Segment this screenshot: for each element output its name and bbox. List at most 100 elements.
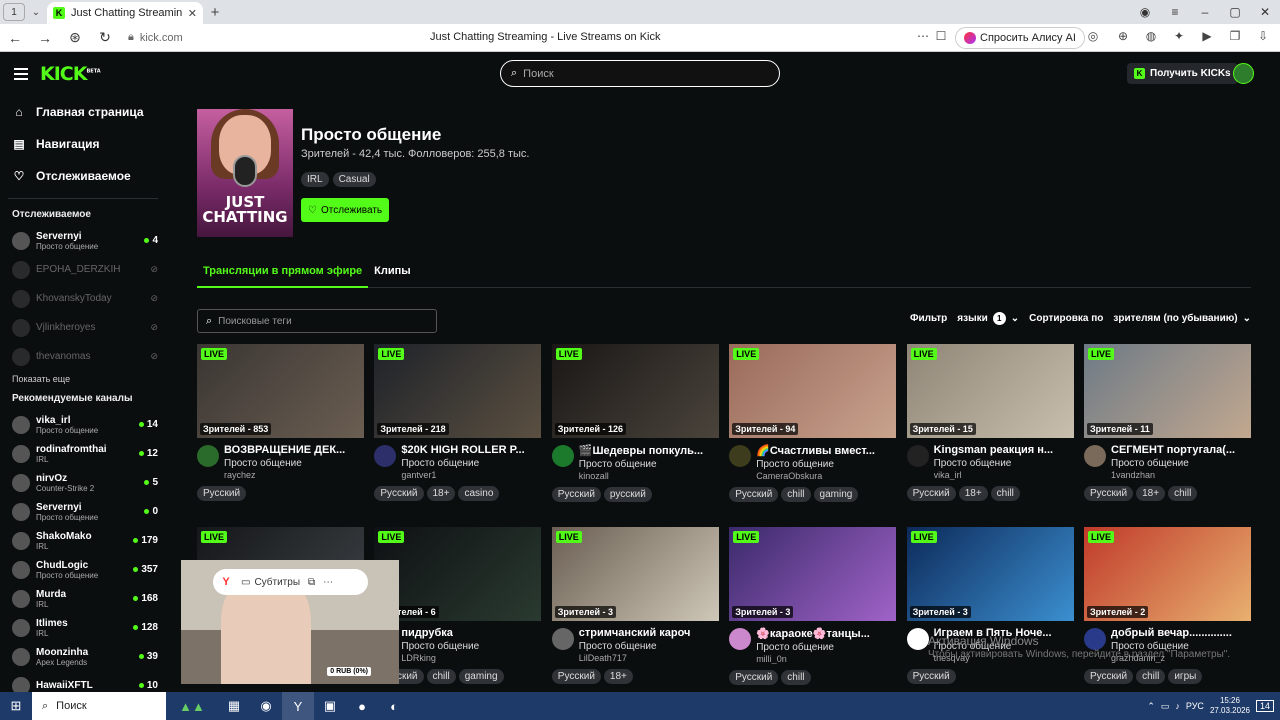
notifications-icon[interactable]: 14 (1255, 700, 1274, 712)
calculator-icon[interactable]: ▦ (218, 692, 250, 720)
channel-avatar[interactable] (906, 628, 929, 650)
channel-avatar[interactable] (197, 445, 219, 467)
sidebar-channel[interactable]: nirvOz Counter-Strike 2 5 (0, 468, 170, 497)
tag[interactable]: Русский (1084, 669, 1134, 684)
stream-card[interactable]: LIVE Зрителей - 94 🌈Счастливы вмест... Прос… (729, 344, 897, 502)
taskbar-search[interactable]: ⌕ Поиск (32, 692, 166, 720)
volume-icon[interactable]: ♪ (1175, 701, 1180, 711)
sidebar-channel[interactable]: ShakoMako IRL 179 (0, 526, 170, 555)
tab-clips[interactable]: Клипы (368, 260, 417, 288)
minimize-button[interactable]: – (1190, 5, 1220, 19)
new-tab-button[interactable]: + (203, 4, 227, 21)
bookmarks-icon[interactable]: ≡ (1160, 5, 1190, 19)
forward-icon[interactable]: → (30, 30, 60, 46)
tag[interactable]: Русский (906, 669, 956, 684)
more-icon[interactable]: ⋯ (915, 29, 931, 45)
tag[interactable]: chill (426, 669, 456, 684)
stream-thumbnail[interactable]: LIVE Зрителей - 3 (551, 527, 719, 621)
stream-thumbnail[interactable]: LIVE Зрителей - 3 (729, 527, 897, 621)
channel-name[interactable]: raychez (224, 470, 364, 480)
stream-category[interactable]: Просто общение (1111, 458, 1251, 469)
stream-thumbnail[interactable]: LIVE Зрителей - 6 (374, 527, 542, 621)
tray-chevron-icon[interactable]: ⌃ (1147, 701, 1155, 712)
channel-name[interactable]: gantver1 (401, 470, 541, 480)
maximize-button[interactable]: ▢ (1220, 5, 1250, 19)
sidebar-channel[interactable]: Itlimes IRL 128 (0, 613, 170, 642)
stream-category[interactable]: Просто общение (401, 458, 541, 469)
stream-card[interactable]: LIVE Зрителей - 853 ВОЗВРАЩЕНИЕ ДЕК... Прос… (197, 344, 364, 501)
sidebar-channel[interactable]: vika_irl Просто общение 14 (0, 410, 170, 439)
tab-count[interactable]: 1 (3, 3, 25, 21)
globe-icon[interactable]: ◍ (1143, 29, 1159, 45)
close-tab-icon[interactable]: ✕ (188, 7, 197, 20)
channel-avatar[interactable] (729, 445, 752, 467)
stream-card[interactable]: LIVE Зрителей - 126 🎬Шедевры попкуль... Про… (551, 344, 719, 502)
stream-card[interactable]: LIVE Зрителей - 11 СЕГМЕНТ португала(... Пр… (1084, 344, 1251, 501)
sidebar-item-following[interactable]: ♡ Отслеживаемое (12, 160, 158, 192)
pip-mode-icon[interactable]: ⧉ (308, 577, 315, 588)
channel-avatar[interactable] (906, 445, 929, 467)
stream-thumbnail[interactable]: LIVE Зрителей - 3 (906, 527, 1074, 621)
more-icon[interactable]: ⋯ (323, 577, 333, 588)
profile-icon[interactable]: ◉ (1130, 5, 1160, 19)
stream-title[interactable]: 🎬Шедевры попкуль... (579, 444, 719, 457)
sidebar-channel[interactable]: Moonzinha Apex Legends 39 (0, 642, 170, 671)
sidebar-channel[interactable]: KhovanskyToday ⊘ (0, 284, 170, 313)
yandex-icon[interactable]: Y (219, 575, 233, 589)
stream-category[interactable]: Просто общение (401, 641, 541, 652)
media-icon[interactable]: ▶ (1199, 29, 1215, 45)
tag[interactable]: chill (1136, 669, 1166, 684)
tag[interactable]: IRL (301, 172, 329, 187)
channel-name[interactable]: 1vandzhan (1111, 470, 1251, 480)
tag[interactable]: Русский (906, 486, 956, 501)
sidebar-item-browse[interactable]: ▤ Навигация (12, 128, 158, 160)
search-input[interactable] (523, 67, 764, 80)
sidebar-channel[interactable]: ChudLogic Просто общение 357 (0, 555, 170, 584)
tag[interactable]: gaming (813, 487, 859, 502)
channel-name[interactable]: vika_irl (934, 470, 1074, 480)
stream-card[interactable]: LIVE Зрителей - 2 добрый вечар............… (1084, 527, 1251, 684)
tag[interactable]: chill (781, 670, 811, 685)
forest-widget-icon[interactable]: ▲▲ (166, 692, 218, 720)
recording-app-icon[interactable]: ● (346, 692, 378, 720)
tag[interactable]: Русский (374, 486, 424, 501)
channel-name[interactable]: LilDeath717 (579, 653, 719, 663)
follow-button[interactable]: ♡ Отслеживать (301, 198, 390, 222)
reload-icon[interactable]: ↻ (90, 29, 120, 46)
stream-card[interactable]: LIVE Зрителей - 15 Kingsman реакция н... Пр… (906, 344, 1074, 501)
tag-search-input[interactable] (218, 315, 429, 327)
stream-category[interactable]: Просто общение (756, 642, 896, 653)
tag[interactable]: casino (458, 486, 500, 501)
menu-icon[interactable] (14, 68, 28, 83)
url-field[interactable]: 🔒︎ kick.com (128, 31, 398, 44)
stream-title[interactable]: добрый вечар.............. (1111, 627, 1251, 639)
back-icon[interactable]: ← (0, 30, 30, 46)
tag[interactable]: Casual (332, 172, 376, 187)
stream-title[interactable]: $20K HIGH ROLLER P... (401, 444, 541, 456)
browser-tab[interactable]: K Just Chatting Streaming ✕ (47, 2, 203, 24)
sidebar-channel[interactable]: HawaiiXFTL 10 (0, 671, 170, 692)
stream-card[interactable]: LIVE Зрителей - 6 пидрубка Просто общение LD… (374, 527, 542, 684)
collections-icon[interactable]: ❐ (1227, 29, 1243, 45)
channel-avatar[interactable] (1084, 628, 1106, 650)
kick-logo[interactable]: KICKBETA (40, 63, 101, 85)
channel-name[interactable]: milli_0n (756, 654, 896, 664)
stream-category[interactable]: Просто общение (579, 641, 719, 652)
channel-avatar[interactable] (729, 628, 752, 650)
stream-title[interactable]: пидрубка (401, 627, 541, 639)
stream-title[interactable]: 🌸караоке🌸танцы... (756, 627, 896, 640)
channel-name[interactable]: kinozall (579, 471, 719, 481)
tab-live-streams[interactable]: Трансляции в прямом эфире (197, 260, 369, 288)
tag-search-box[interactable]: ⌕ (197, 309, 437, 333)
tag[interactable]: chill (1168, 486, 1198, 501)
sidebar-item-home[interactable]: ⌂ Главная страница (12, 96, 158, 128)
channel-name[interactable]: CameraObskura (756, 471, 896, 481)
tag[interactable]: Русский (1084, 486, 1134, 501)
stream-category[interactable]: Просто общение (934, 458, 1074, 469)
tag[interactable]: 18+ (603, 669, 633, 684)
channel-avatar[interactable] (551, 445, 574, 467)
tag[interactable]: chill (990, 486, 1020, 501)
channel-avatar[interactable] (551, 628, 574, 650)
user-avatar[interactable] (1233, 63, 1254, 84)
close-window-button[interactable]: ✕ (1250, 5, 1280, 19)
